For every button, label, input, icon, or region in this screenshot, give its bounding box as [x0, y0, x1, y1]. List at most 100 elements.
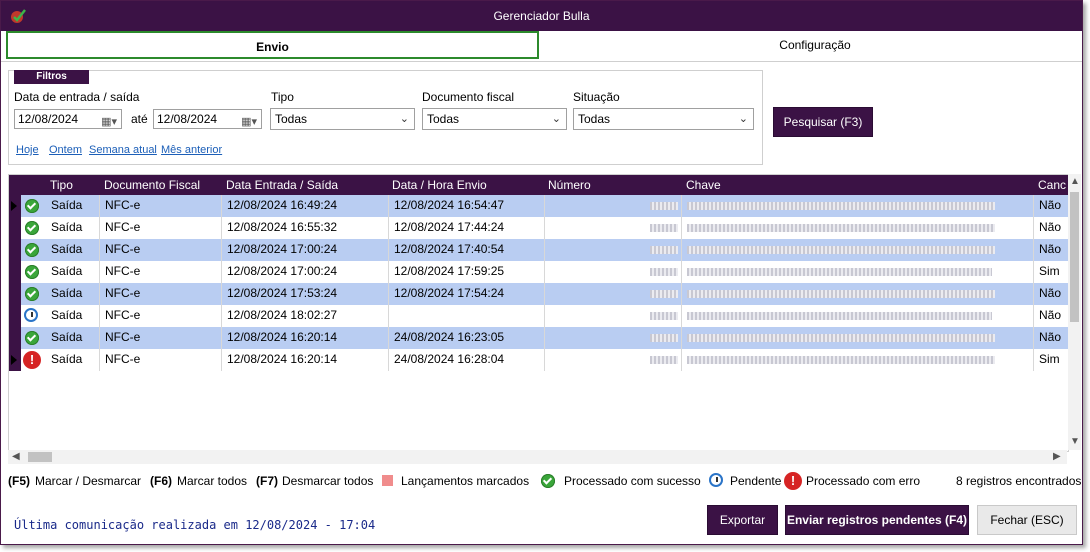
calendar-dropdown-icon[interactable]: ▦▾	[241, 113, 257, 131]
cell-tipo: Saída	[46, 283, 100, 305]
tipo-select[interactable]: Todas ⌄	[270, 108, 415, 130]
cell-entrada: 12/08/2024 16:55:32	[222, 217, 389, 239]
cell-envio	[389, 305, 545, 327]
col-data-entrada[interactable]: Data Entrada / Saída	[226, 178, 338, 192]
row-selector[interactable]	[9, 349, 21, 371]
redacted-text	[650, 290, 678, 298]
link-ontem[interactable]: Ontem	[49, 144, 82, 156]
link-hoje[interactable]: Hoje	[16, 144, 39, 156]
cell-tipo: Saída	[46, 305, 100, 327]
f7-label: Desmarcar todos	[282, 474, 374, 488]
cell-numero-redacted	[545, 349, 682, 371]
situacao-value: Todas	[578, 112, 611, 126]
f6-label: Marcar todos	[177, 474, 248, 488]
table-row[interactable]: Saída NFC-e 12/08/2024 17:00:24 12/08/2024 …	[9, 239, 1068, 261]
doc-fiscal-value: Todas	[427, 112, 460, 126]
filters-legend: Filtros	[14, 70, 89, 84]
date-label: Data de entrada / saída	[14, 90, 140, 104]
tipo-label: Tipo	[271, 90, 294, 104]
link-mes-anterior[interactable]: Mês anterior	[161, 144, 222, 156]
row-selector[interactable]	[9, 261, 21, 283]
redacted-text	[687, 224, 995, 232]
cell-chave-redacted	[682, 327, 1034, 349]
scroll-down-icon[interactable]: ▼	[1070, 436, 1080, 447]
redacted-text	[650, 246, 678, 254]
horizontal-scroll-thumb[interactable]	[28, 452, 52, 462]
table-row[interactable]: Saída NFC-e 12/08/2024 17:53:24 12/08/2024 …	[9, 283, 1068, 305]
cell-numero-redacted	[545, 239, 682, 261]
cell-numero-redacted	[545, 283, 682, 305]
table-row[interactable]: Saída NFC-e 12/08/2024 18:02:27 Não	[9, 305, 1068, 327]
redacted-text	[687, 356, 995, 364]
export-button[interactable]: Exportar	[707, 505, 778, 535]
row-selector[interactable]	[9, 327, 21, 349]
horizontal-scrollbar[interactable]: ◀ ▶	[8, 450, 1067, 464]
col-documento-fiscal[interactable]: Documento Fiscal	[104, 178, 200, 192]
success-icon	[25, 243, 39, 257]
cell-canc: Não	[1034, 195, 1068, 217]
cell-chave-redacted	[682, 195, 1034, 217]
close-button[interactable]: Fechar (ESC)	[977, 505, 1077, 535]
doc-fiscal-label: Documento fiscal	[422, 90, 515, 104]
marked-swatch-icon	[382, 475, 393, 486]
chevron-down-icon: ⌄	[738, 113, 748, 125]
table-row[interactable]: Saída NFC-e 12/08/2024 16:55:32 12/08/2024 …	[9, 217, 1068, 239]
chevron-down-icon: ⌄	[399, 113, 409, 125]
send-pending-button[interactable]: Enviar registros pendentes (F4)	[785, 505, 969, 535]
table-row[interactable]: ! Saída NFC-e 12/08/2024 16:20:14 24/08/2024…	[9, 349, 1068, 371]
cell-chave-redacted	[682, 283, 1034, 305]
scroll-up-icon[interactable]: ▲	[1070, 176, 1080, 187]
cell-canc: Não	[1034, 217, 1068, 239]
vertical-scrollbar[interactable]: ▲ ▼	[1068, 174, 1081, 450]
cell-envio: 12/08/2024 17:44:24	[389, 217, 545, 239]
link-semana-atual[interactable]: Semana atual	[89, 144, 157, 156]
cell-doc: NFC-e	[100, 261, 222, 283]
row-selector[interactable]	[9, 239, 21, 261]
doc-fiscal-select[interactable]: Todas ⌄	[422, 108, 567, 130]
cell-entrada: 12/08/2024 17:00:24	[222, 239, 389, 261]
table-row[interactable]: Saída NFC-e 12/08/2024 16:49:24 12/08/2024 …	[9, 195, 1068, 217]
cell-tipo: Saída	[46, 195, 100, 217]
cell-entrada: 12/08/2024 16:20:14	[222, 327, 389, 349]
chevron-down-icon: ⌄	[551, 113, 561, 125]
redacted-text	[687, 312, 992, 320]
tab-envio[interactable]: Envio	[6, 31, 539, 59]
error-icon: !	[23, 351, 41, 369]
col-numero[interactable]: Número	[548, 178, 591, 192]
search-button[interactable]: Pesquisar (F3)	[773, 107, 873, 137]
date-to-input[interactable]: 12/08/2024 ▦▾	[153, 109, 262, 129]
scroll-right-icon[interactable]: ▶	[1053, 451, 1061, 462]
date-to-value: 12/08/2024	[157, 112, 218, 126]
vertical-scroll-thumb[interactable]	[1070, 192, 1079, 322]
col-tipo[interactable]: Tipo	[50, 178, 73, 192]
date-from-input[interactable]: 12/08/2024 ▦▾	[14, 109, 122, 129]
row-selector[interactable]	[9, 305, 21, 327]
calendar-dropdown-icon[interactable]: ▦▾	[101, 113, 117, 131]
row-selector[interactable]	[9, 283, 21, 305]
cell-numero-redacted	[545, 261, 682, 283]
col-canc[interactable]: Canc	[1038, 178, 1066, 192]
cell-tipo: Saída	[46, 261, 100, 283]
cell-doc: NFC-e	[100, 327, 222, 349]
redacted-text	[650, 268, 678, 276]
cell-envio: 12/08/2024 17:54:24	[389, 283, 545, 305]
redacted-text	[687, 246, 995, 254]
cell-entrada: 12/08/2024 16:20:14	[222, 349, 389, 371]
tab-bar: Envio Configuração	[1, 31, 1082, 62]
cell-tipo: Saída	[46, 349, 100, 371]
scroll-left-icon[interactable]: ◀	[12, 451, 20, 462]
table-row[interactable]: Saída NFC-e 12/08/2024 17:00:24 12/08/2024 …	[9, 261, 1068, 283]
col-data-envio[interactable]: Data / Hora Envio	[392, 178, 487, 192]
cell-entrada: 12/08/2024 17:00:24	[222, 261, 389, 283]
records-grid: Tipo Documento Fiscal Data Entrada / Saí…	[8, 174, 1069, 452]
cell-tipo: Saída	[46, 217, 100, 239]
table-row[interactable]: Saída NFC-e 12/08/2024 16:20:14 24/08/2024 …	[9, 327, 1068, 349]
redacted-text	[650, 224, 678, 232]
row-selector[interactable]	[9, 217, 21, 239]
cell-doc: NFC-e	[100, 349, 222, 371]
ate-label: até	[131, 112, 148, 126]
situacao-select[interactable]: Todas ⌄	[573, 108, 754, 130]
col-chave[interactable]: Chave	[686, 178, 721, 192]
tab-configuracao[interactable]: Configuração	[549, 31, 1081, 59]
row-selector[interactable]	[9, 195, 21, 217]
